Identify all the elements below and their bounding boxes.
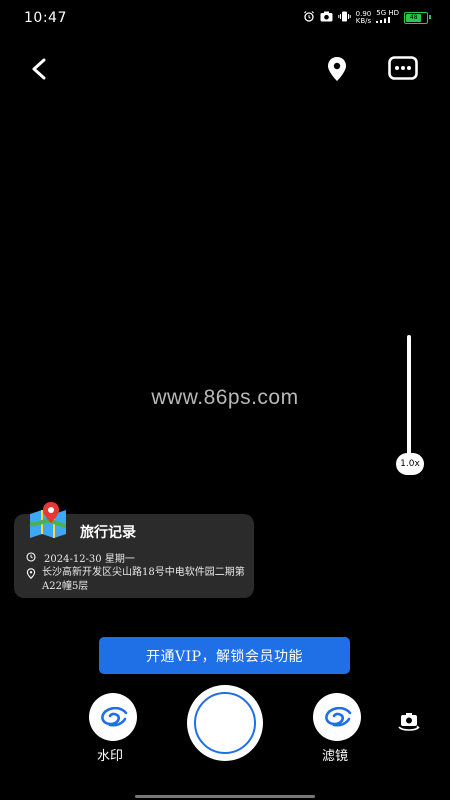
watermark-overlay-text: www.86ps.com bbox=[151, 386, 299, 409]
alarm-icon bbox=[303, 10, 315, 25]
network-speed-unit: KB/s bbox=[355, 16, 372, 25]
network-type: 5G HD bbox=[376, 9, 399, 17]
address-row: 长沙高新开发区尖山路18号中电软件园二期第A22幢5层 bbox=[26, 566, 246, 594]
watermark-button[interactable] bbox=[89, 693, 137, 741]
signal-bars-icon bbox=[376, 17, 391, 23]
location-pin-icon bbox=[328, 57, 346, 81]
vip-unlock-banner[interactable]: 开通VIP，解锁会员功能 bbox=[99, 637, 350, 674]
status-icons: 0.90 KB/s 5G HD 48 bbox=[303, 10, 431, 25]
more-dots-icon bbox=[388, 56, 418, 80]
clock-icon bbox=[26, 550, 38, 565]
shutter-inner-ring bbox=[194, 692, 256, 754]
back-button[interactable] bbox=[24, 54, 54, 84]
date-row: 2024-12-30 星期一 bbox=[26, 550, 135, 565]
watermark-swirl-icon bbox=[101, 707, 128, 727]
filter-button[interactable] bbox=[313, 693, 361, 741]
location-small-icon bbox=[26, 566, 36, 594]
vibrate-icon bbox=[337, 11, 351, 25]
battery-level: 48 bbox=[406, 13, 422, 22]
back-arrow-icon bbox=[32, 58, 46, 80]
camera-status-icon bbox=[320, 11, 333, 25]
status-time: 10:47 bbox=[24, 10, 67, 26]
travel-record-card[interactable]: 旅行记录 2024-12-30 星期一 长沙高新开发区尖山路18号中电软件园二期… bbox=[14, 502, 254, 598]
status-bar: 10:47 0.90 KB/s 5G HD 48 bbox=[0, 0, 450, 36]
camera-switch-button[interactable] bbox=[397, 711, 421, 733]
location-button[interactable] bbox=[322, 54, 352, 84]
camera-switch-icon bbox=[398, 713, 420, 731]
battery-icon: 48 bbox=[404, 11, 431, 24]
date-text: 2024-12-30 星期一 bbox=[44, 554, 135, 565]
shutter-button[interactable] bbox=[187, 685, 263, 761]
more-options-button[interactable] bbox=[387, 54, 419, 82]
address-text: 长沙高新开发区尖山路18号中电软件园二期第A22幢5层 bbox=[42, 567, 245, 592]
zoom-slider-track[interactable] bbox=[407, 335, 411, 465]
filter-swirl-icon bbox=[325, 707, 352, 727]
network-speed: 0.90 KB/s bbox=[355, 10, 372, 25]
home-indicator[interactable] bbox=[135, 795, 315, 798]
card-title: 旅行记录 bbox=[80, 525, 136, 541]
map-pin-icon bbox=[28, 500, 74, 540]
signal-indicator: 5G HD bbox=[376, 10, 399, 25]
filter-label: 滤镜 bbox=[322, 749, 349, 764]
watermark-label: 水印 bbox=[97, 749, 124, 764]
zoom-slider-thumb[interactable]: 1.0x bbox=[396, 453, 424, 475]
